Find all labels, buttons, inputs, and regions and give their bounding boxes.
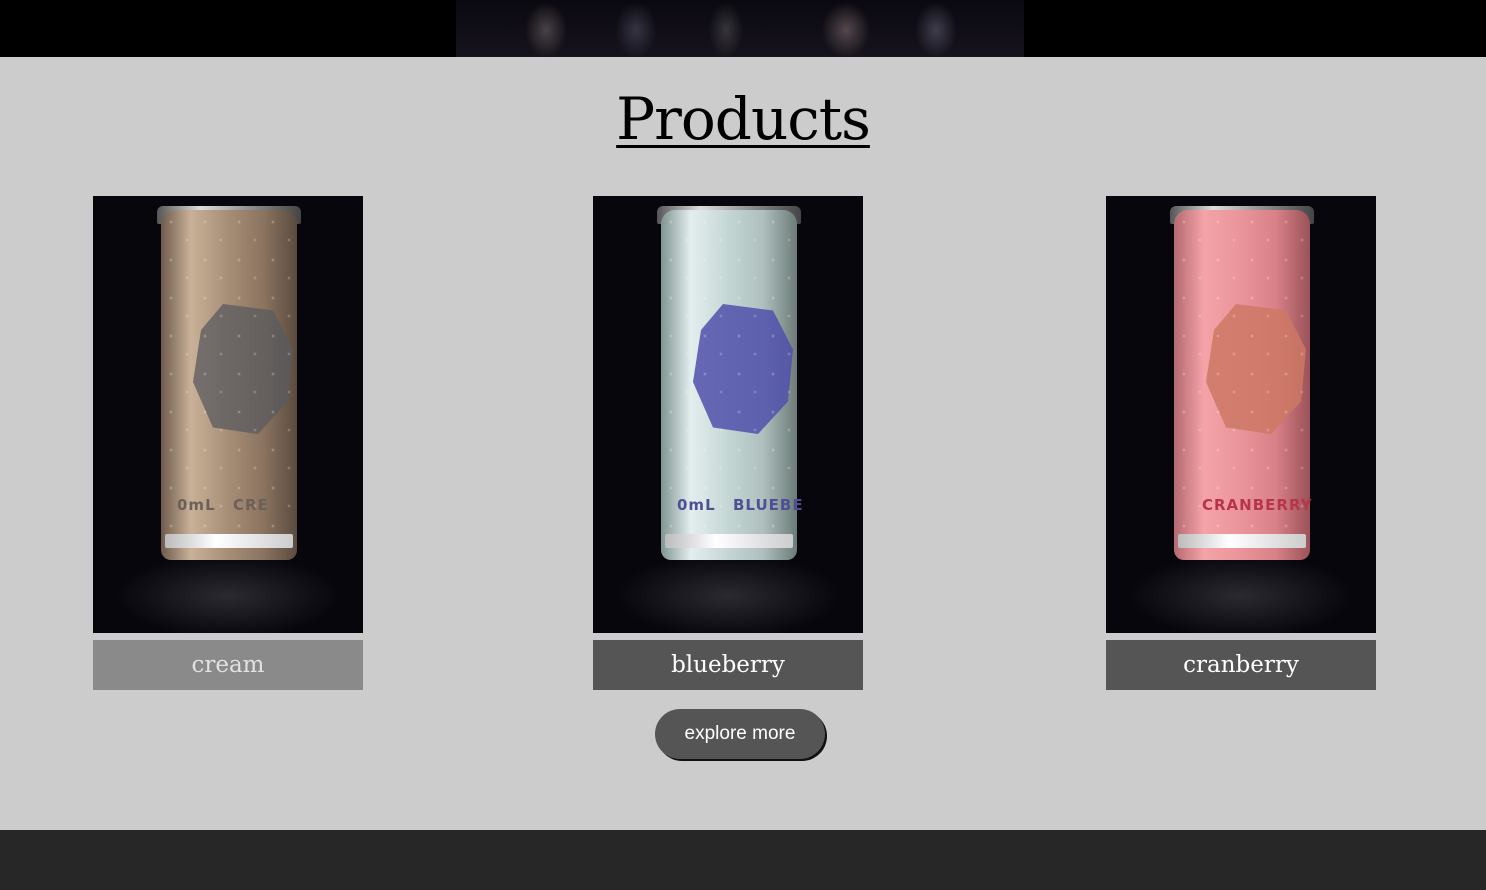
- product-card-blueberry[interactable]: 0mL BLUEBE blueberry: [593, 196, 863, 690]
- can-base: [165, 534, 293, 548]
- can-base: [665, 534, 793, 548]
- product-image[interactable]: 0mL BLUEBE: [593, 196, 863, 633]
- can-base: [1178, 534, 1306, 548]
- product-card-cranberry[interactable]: CRANBERRY cranberry: [1106, 196, 1376, 690]
- products-section: Products 0mL CRE cream 0mL BLUEBE bluebe…: [0, 57, 1486, 830]
- product-label[interactable]: cranberry: [1106, 640, 1376, 690]
- can-flavor-text: CRANBERRY: [1202, 496, 1313, 514]
- footer: [0, 830, 1486, 890]
- can-flavor-text: BLUEBE: [733, 496, 804, 514]
- hero-banner: [0, 0, 1486, 57]
- product-image[interactable]: 0mL CRE: [93, 196, 363, 633]
- product-label[interactable]: blueberry: [593, 640, 863, 690]
- explore-more-button[interactable]: explore more: [655, 709, 825, 759]
- hero-image: [456, 0, 1024, 57]
- can-volume-text: 0mL: [677, 496, 716, 514]
- product-label[interactable]: cream: [93, 640, 363, 690]
- page-title: Products: [616, 85, 871, 153]
- can-flavor-text: CRE: [233, 496, 269, 514]
- product-card-cream[interactable]: 0mL CRE cream: [93, 196, 363, 690]
- can-volume-text: 0mL: [177, 496, 216, 514]
- product-image[interactable]: CRANBERRY: [1106, 196, 1376, 633]
